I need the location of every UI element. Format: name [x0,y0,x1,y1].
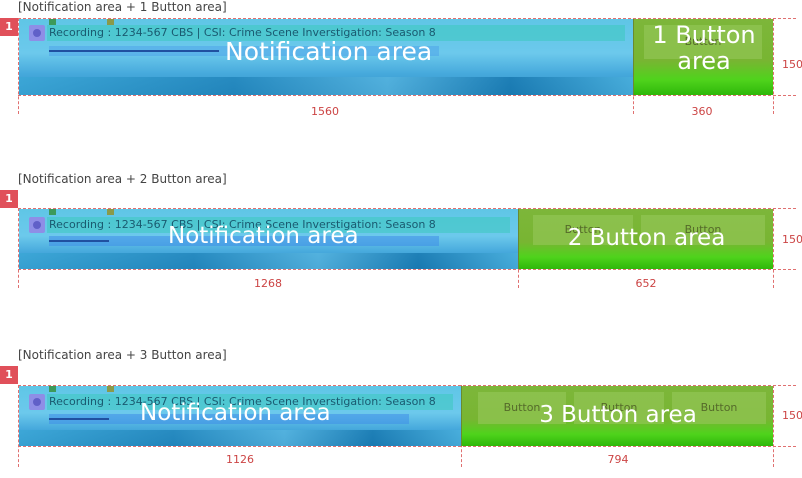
button-area-label: 1 Button area [652,21,756,76]
width-label-right: 360 [691,105,713,118]
height-label: 150 [782,409,802,422]
notification-area-label: Notification area [225,37,433,66]
width-label-left: 1126 [226,453,254,466]
thumbnail-strip [19,430,461,446]
thumbnail-strip [19,253,518,269]
tag-marker [107,209,114,215]
guide-line-right [773,208,774,288]
progress-line [49,418,109,420]
banner: Recording : 1234-567 CBS | CSI: Crime Sc… [19,209,773,269]
guide-line-bottom [18,95,796,96]
section-title: [Notification area + 3 Button area] [18,348,227,362]
tag-marker [107,19,114,25]
notification-area: Recording : 1234-567 CBS | CSI: Crime Sc… [19,209,518,269]
tag-marker [49,209,56,215]
button-area: Button 1 Button area [633,19,773,95]
marker-badge: 1 [0,190,18,208]
record-icon [29,394,45,410]
width-label-left: 1268 [254,277,282,290]
guide-line-bottom [18,446,796,447]
banner: Recording : 1234-567 CBS | CSI: Crime Sc… [19,19,773,95]
button-area: Button Button 2 Button area [518,209,773,269]
tag-marker [49,19,56,25]
height-label: 150 [782,233,802,246]
width-label-left: 1560 [311,105,339,118]
height-label: 150 [782,58,802,71]
banner: Recording : 1234-567 CBS | CSI: Crime Sc… [19,386,773,446]
marker-badge: 1 [0,366,18,384]
width-label-right: 794 [607,453,629,466]
guide-line-right [773,18,774,114]
layout-section-2-button: [Notification area + 2 Button area] 1 Re… [0,172,802,302]
button-area-label: 2 Button area [567,225,726,251]
progress-line [49,240,109,242]
notification-area-label: Notification area [140,400,331,426]
guide-line-right [773,385,774,467]
button-area: Button Button Button 3 Button area [461,386,773,446]
layout-section-1-button: [Notification area + 1 Button area] 1 Re… [0,0,802,130]
width-label-right: 652 [635,277,657,290]
record-icon [29,25,45,41]
marker-badge: 1 [0,18,18,36]
tag-marker [49,386,56,392]
guide-line-bottom [18,269,796,270]
notification-area: Recording : 1234-567 CBS | CSI: Crime Sc… [19,19,633,95]
section-title: [Notification area + 1 Button area] [18,0,227,14]
tag-marker [107,386,114,392]
progress-line [49,50,219,52]
notification-area: Recording : 1234-567 CBS | CSI: Crime Sc… [19,386,461,446]
button-area-label: 3 Button area [539,402,697,428]
notification-area-label: Notification area [168,223,359,249]
thumbnail-strip [19,77,633,95]
record-icon [29,217,45,233]
section-title: [Notification area + 2 Button area] [18,172,227,186]
layout-section-3-button: [Notification area + 3 Button area] 1 Re… [0,348,802,478]
